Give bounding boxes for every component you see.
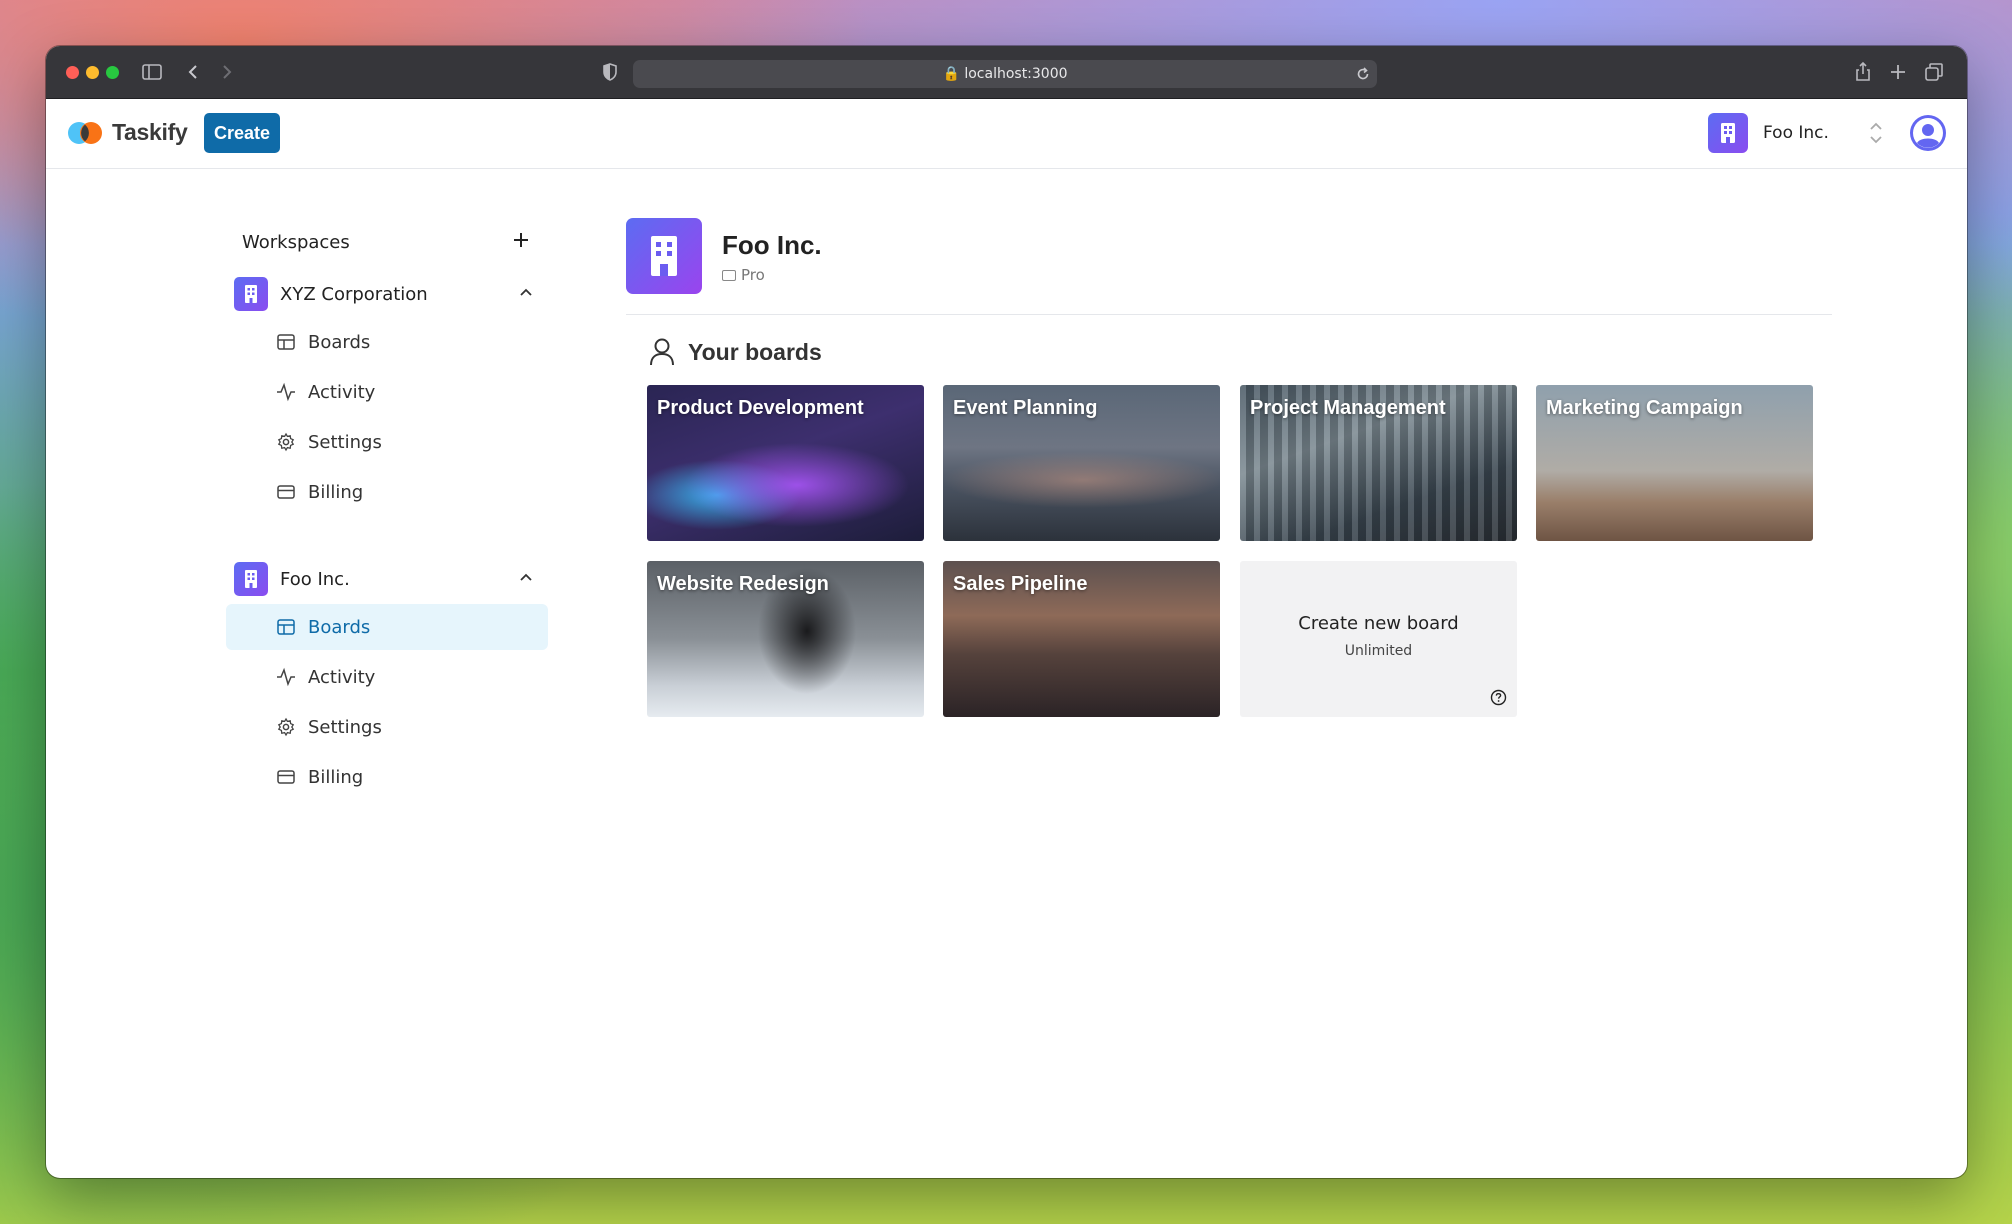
chevrons-up-down-icon[interactable]: [1868, 119, 1884, 147]
privacy-shield-icon[interactable]: [601, 60, 619, 84]
sidebar-toggle-icon[interactable]: [142, 60, 162, 84]
board-title: Product Development: [657, 397, 864, 419]
workspace-avatar: [234, 277, 268, 311]
reload-icon[interactable]: [1355, 66, 1371, 82]
board-card[interactable]: Product Development: [647, 385, 924, 541]
workspace-switcher-name[interactable]: Foo Inc.: [1763, 123, 1829, 143]
workspace-toggle-foo-inc[interactable]: Foo Inc.: [226, 557, 548, 601]
divider: [626, 314, 1832, 315]
board-card[interactable]: Sales Pipeline: [943, 561, 1220, 717]
organization-avatar: [626, 218, 702, 294]
sidebar-item-billing[interactable]: Billing: [226, 754, 548, 800]
minimize-window-button[interactable]: [86, 66, 99, 79]
credit-card-icon: [277, 485, 295, 499]
chevron-up-icon: [520, 573, 532, 581]
sidebar-item-label: Settings: [308, 717, 382, 738]
create-board-title: Create new board: [1298, 613, 1459, 634]
layout-icon: [277, 619, 295, 635]
workspace-switcher-avatar[interactable]: [1708, 113, 1748, 153]
user-icon: [650, 338, 674, 366]
tab-overview-icon[interactable]: [1924, 60, 1944, 84]
building-icon: [245, 285, 257, 303]
activity-icon: [277, 382, 295, 402]
board-card[interactable]: Marketing Campaign: [1536, 385, 1813, 541]
board-title: Marketing Campaign: [1546, 397, 1743, 419]
sidebar-item-boards[interactable]: Boards: [226, 319, 548, 365]
building-icon: [245, 570, 257, 588]
sidebar-item-billing[interactable]: Billing: [226, 469, 548, 515]
workspace-name: Foo Inc.: [280, 569, 350, 590]
activity-icon: [277, 667, 295, 687]
create-button[interactable]: Create: [204, 113, 280, 153]
credit-card-icon: [277, 770, 295, 784]
lock-icon: 🔒: [942, 66, 960, 82]
workspace-toggle-xyz-corporation[interactable]: XYZ Corporation: [226, 272, 548, 316]
add-workspace-button[interactable]: [506, 225, 536, 255]
board-card[interactable]: Project Management: [1240, 385, 1517, 541]
plus-icon: [514, 233, 528, 247]
chevron-up-icon: [520, 288, 532, 296]
app-navbar: Taskify Create Foo Inc.: [46, 99, 1967, 169]
your-boards-heading: Your boards: [688, 339, 822, 365]
board-title: Project Management: [1250, 397, 1446, 419]
forward-arrow-icon[interactable]: [220, 60, 234, 84]
help-circle-icon[interactable]: [1490, 689, 1507, 706]
taskify-logo-icon[interactable]: [66, 119, 106, 147]
address-bar[interactable]: 🔒 localhost:3000: [633, 60, 1377, 88]
browser-toolbar: 🔒 localhost:3000: [46, 46, 1967, 99]
create-board-limit: Unlimited: [1344, 643, 1413, 659]
create-board-button[interactable]: Create new board Unlimited: [1240, 561, 1517, 717]
browser-window: 🔒 localhost:3000 Taskify Create Foo Inc.…: [46, 46, 1967, 1178]
layout-icon: [277, 334, 295, 350]
sidebar-item-activity[interactable]: Activity: [226, 654, 548, 700]
url-text: 🔒 localhost:3000: [942, 66, 1068, 82]
sidebar-item-settings[interactable]: Settings: [226, 704, 548, 750]
gear-icon: [277, 432, 295, 452]
sidebar-item-boards[interactable]: Boards: [226, 604, 548, 650]
building-icon: [651, 236, 677, 276]
close-window-button[interactable]: [66, 66, 79, 79]
sidebar-item-label: Activity: [308, 382, 376, 403]
board-title: Event Planning: [953, 397, 1098, 419]
workspace-avatar: [234, 562, 268, 596]
sidebar-item-activity[interactable]: Activity: [226, 369, 548, 415]
board-title: Sales Pipeline: [953, 573, 1088, 595]
building-icon: [1721, 123, 1735, 143]
back-arrow-icon[interactable]: [186, 60, 200, 84]
zoom-window-button[interactable]: [106, 66, 119, 79]
credit-card-icon: [722, 270, 736, 281]
workspace-name: XYZ Corporation: [280, 284, 428, 305]
organization-name: Foo Inc.: [722, 230, 822, 260]
sidebar-item-settings[interactable]: Settings: [226, 419, 548, 465]
sidebar-item-label: Billing: [308, 482, 364, 503]
board-title: Website Redesign: [657, 573, 829, 595]
sidebar-item-label: Boards: [308, 617, 371, 638]
app-name[interactable]: Taskify: [112, 119, 188, 146]
user-icon: [1913, 118, 1943, 148]
plan-badge: Pro: [722, 266, 765, 284]
sidebar-item-label: Boards: [308, 332, 371, 353]
gear-icon: [277, 717, 295, 737]
board-card[interactable]: Website Redesign: [647, 561, 924, 717]
sidebar-item-label: Activity: [308, 667, 376, 688]
sidebar-item-label: Settings: [308, 432, 382, 453]
user-avatar[interactable]: [1910, 115, 1946, 151]
board-card[interactable]: Event Planning: [943, 385, 1220, 541]
share-icon[interactable]: [1854, 60, 1872, 84]
plan-label: Pro: [741, 266, 765, 284]
workspaces-heading: Workspaces: [242, 232, 350, 253]
new-tab-icon[interactable]: [1889, 60, 1907, 84]
sidebar-item-label: Billing: [308, 767, 364, 788]
